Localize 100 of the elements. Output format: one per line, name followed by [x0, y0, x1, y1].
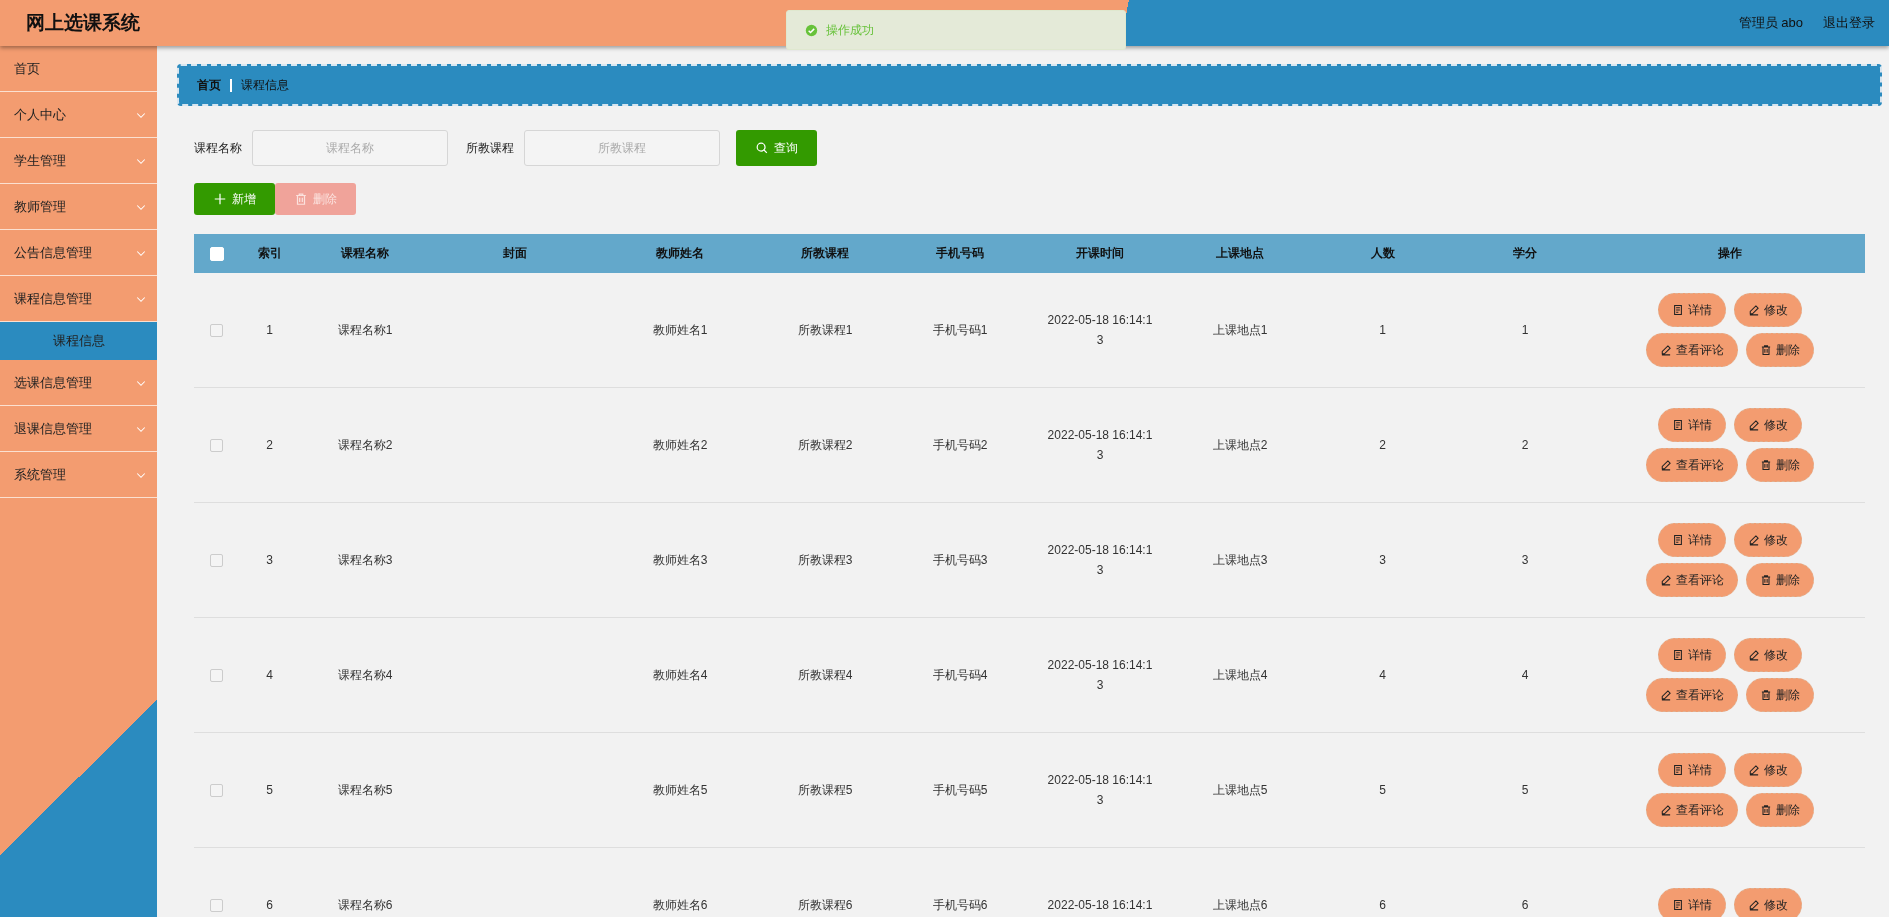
row-checkbox[interactable]: [210, 784, 223, 798]
action-button[interactable]: 删除: [1746, 678, 1814, 712]
breadcrumb-link[interactable]: 课程信息: [241, 76, 289, 94]
logout-link[interactable]: 退出登录: [1823, 14, 1875, 32]
sidebar-menu-item[interactable]: 教师管理: [0, 184, 157, 230]
table-cell-text: 2022-05-18 16:14:1: [1047, 897, 1153, 914]
app-title: 网上选课系统: [26, 11, 140, 35]
action-button[interactable]: 修改: [1734, 638, 1802, 672]
trash-icon: [1760, 459, 1772, 471]
action-button[interactable]: 详情: [1658, 293, 1726, 327]
sidebar-menu-item[interactable]: 个人中心: [0, 92, 157, 138]
table-cell: 课程名称1: [337, 323, 393, 337]
table-cell: 课程名称4: [337, 668, 393, 682]
pencil-icon: [1660, 344, 1672, 356]
table-cell: 手机号码2: [932, 438, 988, 452]
table-cell: 1: [1521, 323, 1529, 337]
action-button[interactable]: 删除: [1746, 448, 1814, 482]
action-button[interactable]: 修改: [1734, 888, 1802, 917]
sidebar-menu-item[interactable]: 退课信息管理: [0, 406, 157, 452]
breadcrumb-link[interactable]: 首页: [197, 76, 221, 94]
row-checkbox[interactable]: [210, 554, 223, 568]
column-header: 上课地点: [1216, 246, 1264, 260]
row-checkbox[interactable]: [210, 439, 223, 453]
action-button[interactable]: 修改: [1734, 523, 1802, 557]
sidebar-menu-item[interactable]: 选课信息管理: [0, 360, 157, 406]
table-cell: 上课地点5: [1212, 783, 1268, 797]
table-cell: 3: [1379, 553, 1386, 567]
table-cell: 所教课程2: [797, 438, 853, 452]
field-label: 所教课程: [466, 139, 514, 157]
table-cell: 3: [1521, 553, 1529, 567]
table-cell: 6: [1521, 898, 1529, 912]
table-cell: 所教课程1: [797, 323, 853, 337]
sidebar-menu-item[interactable]: 首页: [0, 46, 157, 92]
table-cell: 课程名称6: [337, 898, 393, 912]
document-icon: [1672, 649, 1684, 661]
sidebar-menu-item[interactable]: 公告信息管理: [0, 230, 157, 276]
action-button[interactable]: 删除: [1746, 793, 1814, 827]
action-button[interactable]: 删除: [1746, 563, 1814, 597]
sidebar-submenu-item[interactable]: 课程信息: [0, 322, 157, 360]
action-button[interactable]: 查看评论: [1646, 448, 1738, 482]
table-cell: 所教课程4: [797, 668, 853, 682]
sidebar-menu-item[interactable]: 学生管理: [0, 138, 157, 184]
search-field[interactable]: 课程名称: [252, 130, 448, 166]
sidebar-menu-item[interactable]: 系统管理: [0, 452, 157, 498]
table-cell: 上课地点3: [1212, 553, 1268, 567]
table-cell: 上课地点1: [1212, 323, 1268, 337]
action-button[interactable]: 修改: [1734, 293, 1802, 327]
table-cell-text: 2022-05-18 16:14:13: [1047, 542, 1153, 579]
row-checkbox[interactable]: [210, 324, 223, 338]
table-cell: 5: [1379, 783, 1386, 797]
table-cell: 3: [266, 553, 273, 567]
plus-icon: [213, 192, 227, 206]
trash-icon: [1760, 574, 1772, 586]
pencil-icon: [1748, 534, 1760, 546]
action-button[interactable]: 修改: [1734, 408, 1802, 442]
action-button[interactable]: 修改: [1734, 753, 1802, 787]
trash-icon: [1760, 804, 1772, 816]
select-all-checkbox[interactable]: [209, 246, 224, 261]
table-cell: 手机号码6: [932, 898, 988, 912]
table-cell: 1: [266, 323, 273, 337]
table-cell-text: 2022-05-18 16:14:13: [1047, 772, 1153, 809]
table-cell: 所教课程3: [797, 553, 853, 567]
pencil-icon: [1660, 574, 1672, 586]
table-cell: 所教课程5: [797, 783, 853, 797]
document-icon: [1672, 764, 1684, 776]
pencil-icon: [1748, 419, 1760, 431]
action-button[interactable]: 查看评论: [1646, 678, 1738, 712]
action-button[interactable]: 详情: [1658, 888, 1726, 917]
table-cell: 手机号码1: [932, 323, 988, 337]
column-header: 手机号码: [936, 246, 984, 260]
add-button[interactable]: 新增: [194, 183, 275, 215]
table-cell: 教师姓名1: [652, 323, 708, 337]
action-button[interactable]: 查看评论: [1646, 333, 1738, 367]
search-button[interactable]: 查询: [736, 130, 817, 166]
pencil-icon: [1748, 304, 1760, 316]
search-field[interactable]: 所教课程: [524, 130, 720, 166]
toast-message: 操作成功: [786, 10, 1126, 50]
trash-icon: [1760, 344, 1772, 356]
field-label: 课程名称: [194, 139, 242, 157]
row-checkbox[interactable]: [210, 669, 223, 683]
table-cell: 所教课程6: [797, 898, 853, 912]
table-cell: 2: [1379, 438, 1386, 452]
action-button[interactable]: 查看评论: [1646, 793, 1738, 827]
table-cell: 上课地点4: [1212, 668, 1268, 682]
column-header: 封面: [503, 246, 527, 260]
action-button[interactable]: 详情: [1658, 638, 1726, 672]
table-cell-text: 2022-05-18 16:14:13: [1047, 657, 1153, 694]
document-icon: [1672, 899, 1684, 911]
action-button[interactable]: 详情: [1658, 523, 1726, 557]
table-cell: 教师姓名6: [652, 898, 708, 912]
table-cell-text: 2022-05-18 16:14:13: [1047, 312, 1153, 349]
action-button[interactable]: 详情: [1658, 753, 1726, 787]
user-name: 管理员 abo: [1738, 14, 1803, 32]
table-cell: 课程名称3: [337, 553, 393, 567]
check-circle-icon: [805, 23, 818, 37]
table-cell: 4: [1521, 668, 1529, 682]
action-button[interactable]: 删除: [1746, 333, 1814, 367]
action-button[interactable]: 详情: [1658, 408, 1726, 442]
row-checkbox[interactable]: [210, 899, 223, 913]
action-button[interactable]: 查看评论: [1646, 563, 1738, 597]
